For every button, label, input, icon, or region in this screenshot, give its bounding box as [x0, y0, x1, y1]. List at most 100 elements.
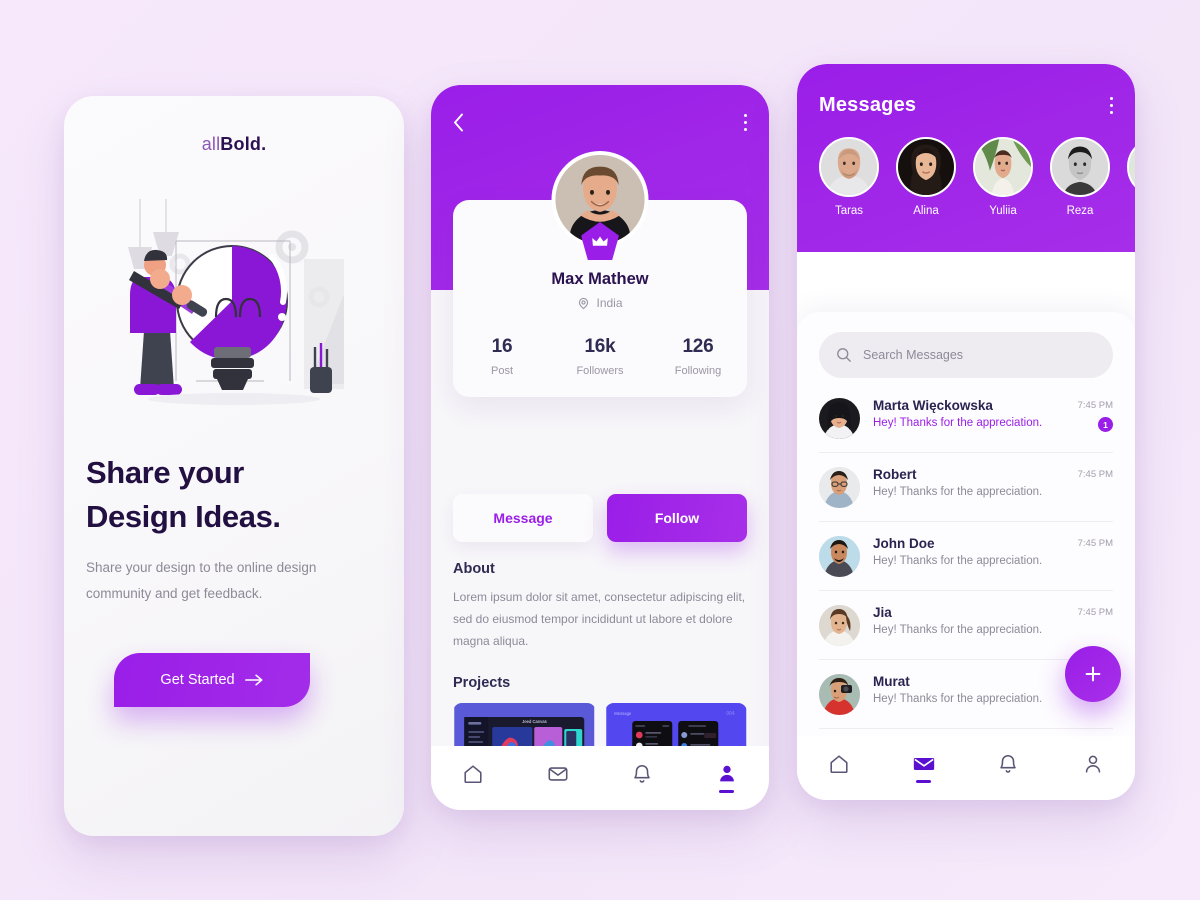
stat-label: Post: [490, 365, 513, 377]
nav-indicator: [466, 790, 481, 793]
message-meta: 7:45 PM: [1078, 467, 1113, 480]
plus-icon: [1085, 666, 1101, 682]
follow-button[interactable]: Follow: [607, 494, 747, 542]
story-item[interactable]: Alina: [896, 137, 956, 217]
nav-messages[interactable]: [882, 753, 967, 783]
contact-avatar: [819, 398, 860, 439]
more-vertical-icon: [1109, 96, 1113, 115]
story-name: Reza: [1066, 205, 1094, 217]
nav-profile[interactable]: [685, 763, 770, 793]
nav-indicator: [635, 790, 650, 793]
story-item[interactable]: Taras: [819, 137, 879, 217]
story-item[interactable]: Mi: [1127, 137, 1135, 217]
nav-home[interactable]: [797, 753, 882, 783]
back-button[interactable]: [453, 113, 464, 132]
projects-grid: Jeed Canvas Message 004: [453, 702, 748, 746]
search-input[interactable]: [863, 348, 1096, 362]
get-started-button[interactable]: Get Started: [114, 652, 310, 707]
stat-value: 16k: [584, 336, 616, 357]
onboarding-subtitle: Share your design to the online design c…: [86, 560, 317, 601]
message-time: 7:45 PM: [1077, 607, 1113, 618]
story-item[interactable]: Reza: [1050, 137, 1110, 217]
messages-sheet: Marta Więckowska Hey! Thanks for the app…: [797, 312, 1135, 800]
message-preview: Hey! Thanks for the appreciation.: [873, 486, 1043, 498]
nav-indicator: [1085, 780, 1100, 783]
profile-menu-button[interactable]: [743, 113, 747, 132]
nav-notifications[interactable]: [600, 763, 685, 793]
profile-action-buttons: Message Follow: [453, 494, 747, 542]
profile-info-card: Max Mathew India 16 Post 16k Followers 1…: [453, 151, 747, 397]
message-row[interactable]: John Doe Hey! Thanks for the appreciatio…: [819, 522, 1113, 591]
contact-name: Marta Więckowska: [873, 398, 993, 413]
person-icon: [1085, 755, 1100, 773]
nav-indicator: [1001, 780, 1016, 783]
title-line-2: Design Ideas.: [86, 499, 281, 535]
profile-content-scroll[interactable]: About Lorem ipsum dolor sit amet, consec…: [431, 561, 769, 746]
about-text: Lorem ipsum dolor sit amet, consectetur …: [453, 590, 746, 649]
envelope-icon: [548, 767, 568, 781]
svg-text:004: 004: [726, 711, 735, 717]
story-avatar-reza: [1050, 137, 1110, 197]
contact-name: Robert: [873, 467, 917, 482]
nav-notifications[interactable]: [966, 753, 1051, 783]
messages-screen: Messages Taras Alina Yuliia Reza Search …: [797, 64, 1135, 800]
stat-label: Following: [674, 365, 722, 377]
nav-profile[interactable]: [1051, 753, 1136, 783]
bell-icon: [634, 765, 650, 783]
contact-avatar: [819, 674, 860, 715]
message-row[interactable]: Marta Więckowska Hey! Thanks for the app…: [819, 384, 1113, 453]
chat-app-thumbnail[interactable]: Message 004: [605, 702, 748, 746]
bell-icon: [1000, 755, 1016, 773]
search-messages-bar[interactable]: [819, 332, 1113, 378]
crown-icon: [592, 236, 608, 246]
story-avatar-yuliia: [973, 137, 1033, 197]
stat-value: 126: [682, 336, 714, 357]
contact-avatar: [819, 467, 860, 508]
music-dashboard-thumbnail[interactable]: Jeed Canvas: [453, 702, 596, 746]
person-icon: [719, 765, 734, 782]
title-line-1: Share your: [86, 455, 244, 490]
contact-avatar: [819, 605, 860, 646]
nav-home[interactable]: [431, 763, 516, 793]
profile-screen: Max Mathew India 16 Post 16k Followers 1…: [431, 85, 769, 810]
mockup-stage: allBold. Share your Design Ideas. Share …: [0, 0, 1200, 900]
stories-strip[interactable]: Taras Alina Yuliia Reza: [797, 117, 1135, 217]
message-meta: 7:45 PM: [1078, 536, 1113, 549]
svg-text:Message: Message: [614, 711, 632, 716]
profile-stats: 16 Post 16k Followers 126 Following: [453, 336, 747, 377]
message-row[interactable]: Robert Hey! Thanks for the appreciation.…: [819, 453, 1113, 522]
message-row[interactable]: Jia Hey! Thanks for the appreciation. 7:…: [819, 591, 1113, 660]
story-item[interactable]: Yuliia: [973, 137, 1033, 217]
app-logo: allBold.: [64, 96, 404, 155]
message-button[interactable]: Message: [453, 494, 593, 542]
home-icon: [830, 755, 848, 774]
story-avatar-mi: [1127, 137, 1135, 197]
nav-indicator: [916, 780, 932, 783]
new-message-fab[interactable]: [1065, 646, 1121, 702]
contact-avatar: [819, 536, 860, 577]
location-pin-icon: [579, 297, 589, 309]
arrow-right-icon: [244, 674, 262, 686]
envelope-icon: [913, 758, 934, 771]
contact-name: Jia: [873, 605, 892, 620]
profile-location: India: [453, 296, 747, 310]
nav-indicator: [550, 790, 565, 793]
profile-avatar[interactable]: [551, 151, 649, 260]
messages-menu-button[interactable]: [1109, 96, 1113, 115]
nav-messages[interactable]: [516, 763, 601, 793]
profile-name: Max Mathew: [551, 270, 649, 288]
unread-badge: 1: [1098, 417, 1113, 432]
contact-name: John Doe: [873, 536, 935, 551]
stat-post: 16 Post: [453, 336, 551, 377]
projects-heading: Projects: [453, 674, 511, 691]
message-preview: Hey! Thanks for the appreciation.: [873, 624, 1043, 636]
nav-indicator: [832, 780, 847, 783]
message-text: John Doe Hey! Thanks for the appreciatio…: [873, 536, 1065, 567]
get-started-label: Get Started: [160, 671, 235, 688]
home-icon: [464, 765, 482, 784]
about-heading: About: [453, 561, 495, 577]
story-name: Taras: [834, 205, 864, 217]
more-vertical-icon: [743, 113, 747, 132]
stat-followers: 16k Followers: [551, 336, 649, 377]
onboarding-copy: Share your Design Ideas. Share your desi…: [64, 451, 404, 607]
